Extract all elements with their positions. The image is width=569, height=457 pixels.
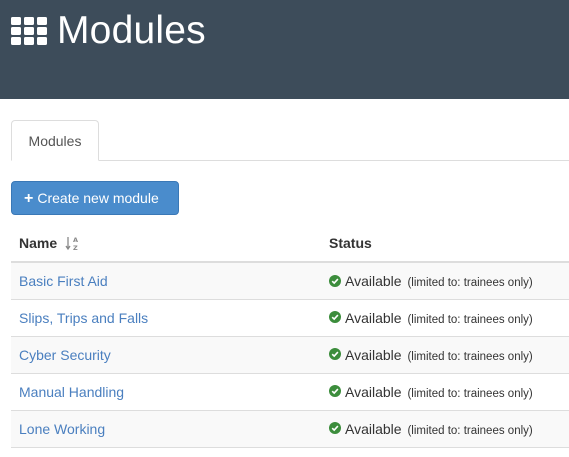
check-circle-icon [329,348,341,361]
column-header-status: Status [321,225,569,263]
create-new-module-label: Create new module [37,190,159,206]
module-name-cell: Basic First Aid [11,262,321,300]
module-name-cell: Slips, Trips and Falls [11,299,321,337]
module-status-cell: Available (limited to: trainees only) [321,373,569,411]
status-note: (limited to: trainees only) [407,276,533,289]
module-status-cell: Available (limited to: trainees only) [321,262,569,300]
status-note: (limited to: trainees only) [407,387,533,400]
tab-modules[interactable]: Modules [11,120,99,161]
table-row: Cyber Security Available (limited to: tr… [11,336,569,374]
svg-text:A: A [73,236,78,244]
module-status-cell: Available (limited to: trainees only) [321,410,569,448]
check-circle-icon [329,422,341,435]
table-row: Manual Handling Available (limited to: t… [11,373,569,411]
status-note: (limited to: trainees only) [407,350,533,363]
module-status-cell: Available (limited to: trainees only) [321,336,569,374]
table-row: Basic First Aid Available (limited to: t… [11,262,569,300]
module-link[interactable]: Lone Working [19,421,105,437]
table-header-row: Name A Z Status [11,225,569,263]
status-text: Available [345,272,402,289]
column-header-name-label: Name [19,234,58,251]
page-title: Modules [57,9,206,52]
plus-icon: + [24,190,34,207]
svg-text:Z: Z [73,244,78,251]
status-text: Available [345,420,402,437]
status-text: Available [345,346,402,363]
status-text: Available [345,309,402,326]
check-circle-icon [329,385,341,398]
tab-bar: Modules [11,120,569,161]
table-row: Slips, Trips and Falls Available (limite… [11,299,569,337]
check-circle-icon [329,274,341,287]
module-link[interactable]: Basic First Aid [19,273,108,289]
module-name-cell: Manual Handling [11,373,321,411]
sort-alpha-asc-icon[interactable]: A Z [65,235,79,251]
column-header-name[interactable]: Name A Z [11,225,321,263]
module-link[interactable]: Slips, Trips and Falls [19,310,148,326]
module-status-cell: Available (limited to: trainees only) [321,299,569,337]
module-link[interactable]: Cyber Security [19,347,111,363]
create-new-module-button[interactable]: + Create new module [11,181,179,215]
module-name-cell: Cyber Security [11,336,321,374]
page-header: Modules [0,0,569,99]
module-name-cell: Lone Working [11,410,321,448]
module-link[interactable]: Manual Handling [19,384,124,400]
status-note: (limited to: trainees only) [407,313,533,326]
modules-table: Name A Z Status Basic First Aid Availabl… [11,225,569,448]
status-note: (limited to: trainees only) [407,424,533,437]
table-row: Lone Working Available (limited to: trai… [11,410,569,448]
grid-icon [11,17,47,45]
check-circle-icon [329,311,341,324]
status-text: Available [345,383,402,400]
